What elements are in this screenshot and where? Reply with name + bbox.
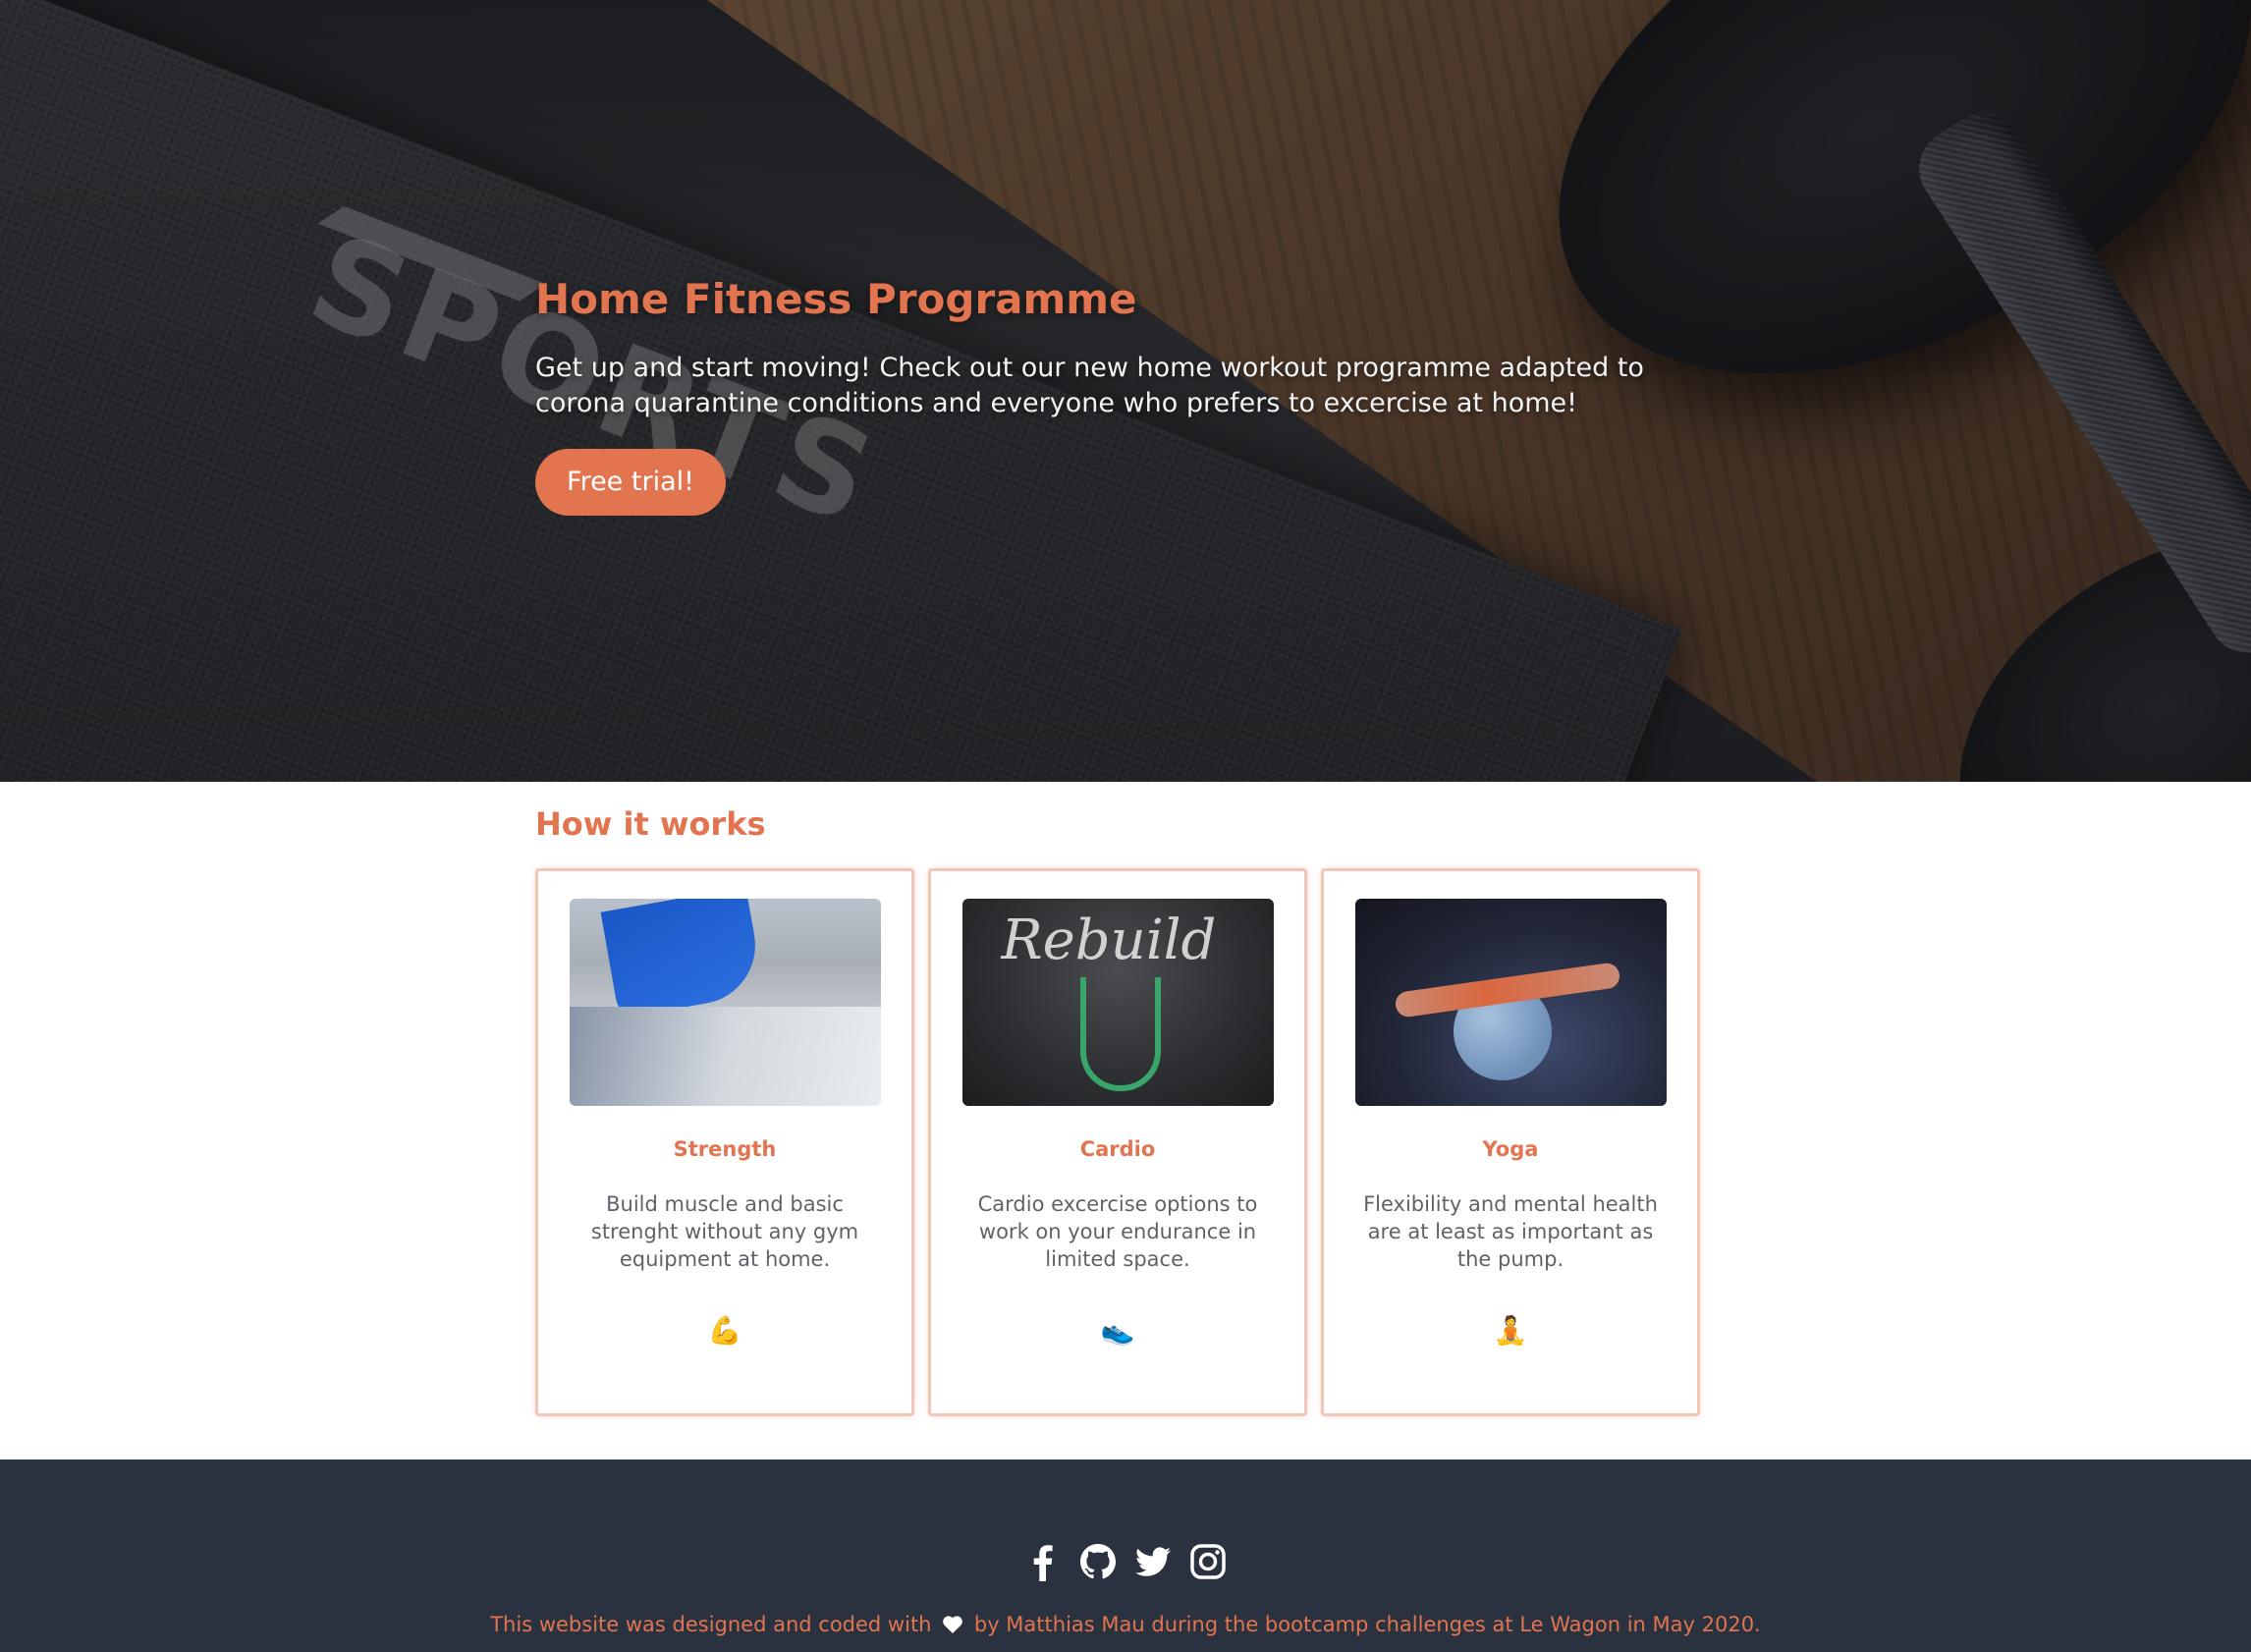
card-title: Strength	[673, 1137, 777, 1161]
feature-cards: Strength Build muscle and basic strenght…	[535, 868, 1700, 1416]
card-cardio: Cardio Cardio excercise options to work …	[928, 868, 1307, 1416]
facebook-icon[interactable]	[1023, 1542, 1063, 1581]
footer-credit-after: by Matthias Mau during the bootcamp chal…	[973, 1613, 1761, 1636]
strength-image	[569, 899, 881, 1106]
yoga-image	[1354, 899, 1667, 1106]
footer-credit-before: This website was designed and coded with	[490, 1613, 932, 1636]
card-text: Flexibility and mental health are at lea…	[1363, 1192, 1658, 1271]
card-strength: Strength Build muscle and basic strenght…	[535, 868, 914, 1416]
hero-banner: SPORTS Home Fitness Programme Get up and…	[0, 0, 2251, 782]
social-links	[0, 1542, 2251, 1581]
free-trial-button[interactable]: Free trial!	[535, 449, 726, 516]
card-title: Cardio	[1079, 1137, 1156, 1161]
hero-subtitle: Get up and start moving! Check out our n…	[535, 353, 1644, 418]
instagram-icon[interactable]	[1188, 1542, 1228, 1581]
footer-credit: This website was designed and coded with…	[0, 1613, 2251, 1636]
heart-icon	[942, 1615, 963, 1634]
hero-title: Home Fitness Programme	[535, 275, 1137, 323]
running-shoe-icon: 👟	[1100, 1314, 1135, 1347]
card-text: Cardio excercise options to work on your…	[977, 1192, 1258, 1271]
hero-content: Home Fitness Programme Get up and start …	[535, 275, 1714, 516]
card-yoga: Yoga Flexibility and mental health are a…	[1321, 868, 1700, 1416]
card-title: Yoga	[1482, 1137, 1539, 1161]
section-title-how-it-works: How it works	[535, 805, 766, 843]
cardio-image	[961, 899, 1274, 1106]
github-icon[interactable]	[1078, 1542, 1118, 1581]
twitter-icon[interactable]	[1133, 1542, 1173, 1581]
card-text: Build muscle and basic strenght without …	[590, 1192, 859, 1271]
person-meditating-icon: 🧘	[1493, 1314, 1528, 1347]
flexed-bicep-icon: 💪	[707, 1314, 742, 1347]
footer: This website was designed and coded with…	[0, 1459, 2251, 1652]
